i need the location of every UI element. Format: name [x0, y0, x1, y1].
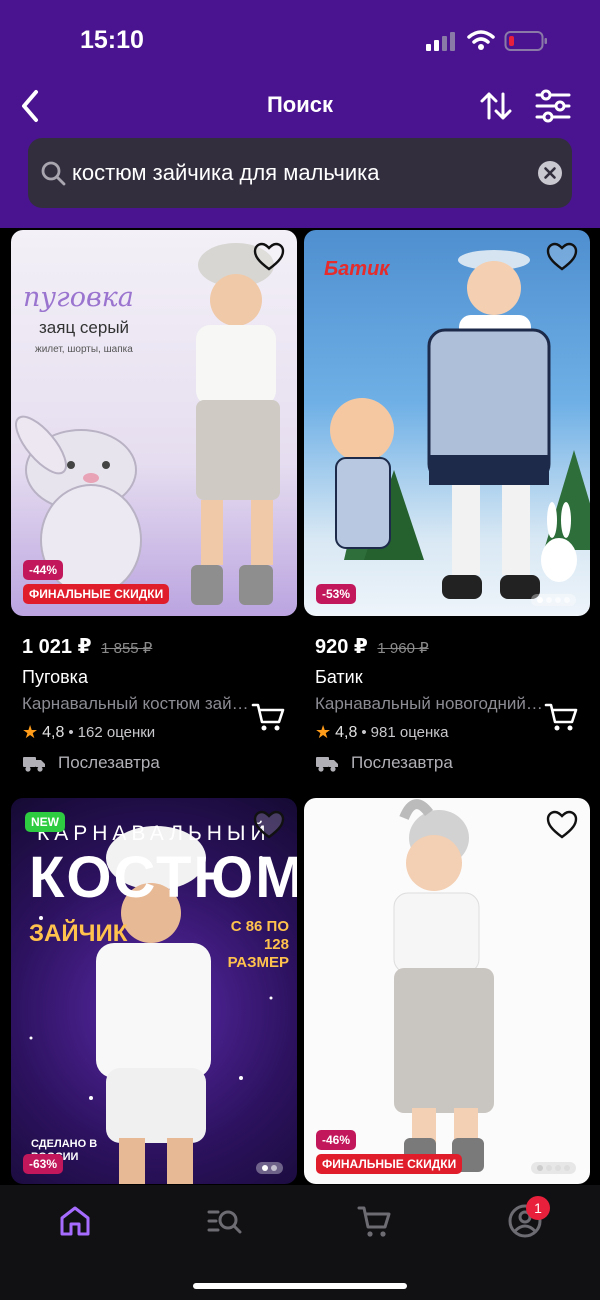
add-to-cart-icon[interactable] [251, 702, 285, 732]
profile-notification-badge: 1 [526, 1196, 550, 1220]
image-line1-text: КАРНАВАЛЬНЫЙ [37, 822, 271, 845]
home-icon[interactable] [57, 1203, 93, 1239]
app-header: 15:10 Поиск костюм зайчика для мальчика [0, 0, 600, 228]
home-indicator [193, 1283, 407, 1289]
delivery-date: Послезавтра [351, 753, 453, 772]
image-line2-text: КОСТЮМ [29, 845, 297, 910]
price: 1 021 ₽ [22, 636, 92, 658]
catalog-search-icon[interactable] [206, 1203, 242, 1239]
discount-badge: -46% [316, 1130, 357, 1150]
image-subtitle-text: жилет, шорты, шапка [35, 344, 133, 355]
delivery-date: Послезавтра [58, 753, 160, 772]
heart-icon[interactable] [253, 810, 285, 840]
product-card[interactable]: КАРНАВАЛЬНЫЙ КОСТЮМ ЗАЙЧИК С 86 ПО 128 Р… [11, 798, 297, 1184]
image-brand-text: Батик [324, 258, 390, 280]
image-size-text: С 86 ПО 128 РАЗМЕР [227, 918, 289, 971]
bunny-costume-photo [330, 250, 590, 599]
star-icon: ★ [315, 722, 332, 742]
review-count: 981 оценка [370, 724, 449, 741]
promo-badge: ФИНАЛЬНЫЕ СКИДКИ [316, 1154, 463, 1174]
product-description: Карнавальный костюм зайчика [22, 694, 254, 713]
dot-separator: • [68, 724, 74, 741]
search-query[interactable]: костюм зайчика для мальчика [72, 160, 379, 186]
product-image[interactable]: -46% ФИНАЛЬНЫЕ СКИДКИ [304, 798, 590, 1184]
rating-value: 4,8 [42, 723, 65, 741]
cellular-signal-icon [426, 32, 455, 51]
brand-name: Батик [315, 667, 363, 687]
discount-badge: -63% [23, 1154, 64, 1174]
wifi-icon [467, 30, 495, 50]
discount-badge: -44% [23, 560, 64, 580]
image-pager-dots [531, 1162, 576, 1174]
product-description: Карнавальный новогодний костюм [315, 694, 547, 713]
bunny-costume-photo [393, 799, 494, 1172]
image-brand-text: пуговка [23, 282, 134, 313]
product-card[interactable]: пуговка заяц серый жилет, шорты, шапка -… [11, 230, 297, 773]
discount-badge: -53% [316, 584, 357, 604]
search-icon [41, 161, 66, 186]
delivery-row: Послезавтра [22, 753, 297, 773]
star-icon: ★ [22, 722, 39, 742]
price-row: 1 021 ₽ 1 855 ₽ [22, 634, 297, 659]
old-price: 1 960 ₽ [377, 640, 429, 657]
cart-icon[interactable] [356, 1203, 392, 1239]
promo-badge: ФИНАЛЬНЫЕ СКИДКИ [23, 584, 170, 604]
product-card[interactable]: -46% ФИНАЛЬНЫЕ СКИДКИ [304, 798, 590, 1184]
price-row: 920 ₽ 1 960 ₽ [315, 634, 590, 659]
add-to-cart-icon[interactable] [544, 702, 578, 732]
delivery-row: Послезавтра [315, 753, 590, 773]
heart-icon[interactable] [253, 242, 285, 272]
product-card[interactable]: Батик -53% 920 ₽ 1 960 ₽ Батик Карнаваль… [304, 230, 590, 773]
image-line3-text: ЗАЙЧИК [29, 920, 128, 947]
new-badge: NEW [25, 812, 65, 832]
old-price: 1 855 ₽ [101, 640, 153, 657]
review-count: 162 оценки [77, 724, 156, 741]
heart-icon[interactable] [546, 242, 578, 272]
sort-arrows-icon[interactable] [478, 88, 514, 124]
battery-low-icon [504, 31, 547, 51]
status-time: 15:10 [80, 26, 144, 54]
rating-value: 4,8 [335, 723, 358, 741]
image-pager-dots [531, 594, 576, 606]
truck-icon [316, 757, 338, 772]
filter-sliders-icon[interactable] [534, 88, 572, 124]
brand-name: Пуговка [22, 667, 88, 687]
dot-separator: • [361, 724, 367, 741]
image-pager-dots [256, 1162, 283, 1174]
product-image[interactable]: Батик -53% [304, 230, 590, 616]
heart-icon[interactable] [546, 810, 578, 840]
price: 920 ₽ [315, 636, 368, 658]
image-title-text: заяц серый [39, 318, 130, 337]
product-image[interactable]: пуговка заяц серый жилет, шорты, шапка -… [11, 230, 297, 616]
clear-x-icon[interactable] [538, 161, 562, 185]
truck-icon [23, 757, 45, 772]
product-image[interactable]: КАРНАВАЛЬНЫЙ КОСТЮМ ЗАЙЧИК С 86 ПО 128 Р… [11, 798, 297, 1184]
search-input[interactable]: костюм зайчика для мальчика [28, 138, 572, 208]
nav-bar: Поиск [0, 80, 600, 134]
status-bar: 15:10 [0, 0, 600, 80]
